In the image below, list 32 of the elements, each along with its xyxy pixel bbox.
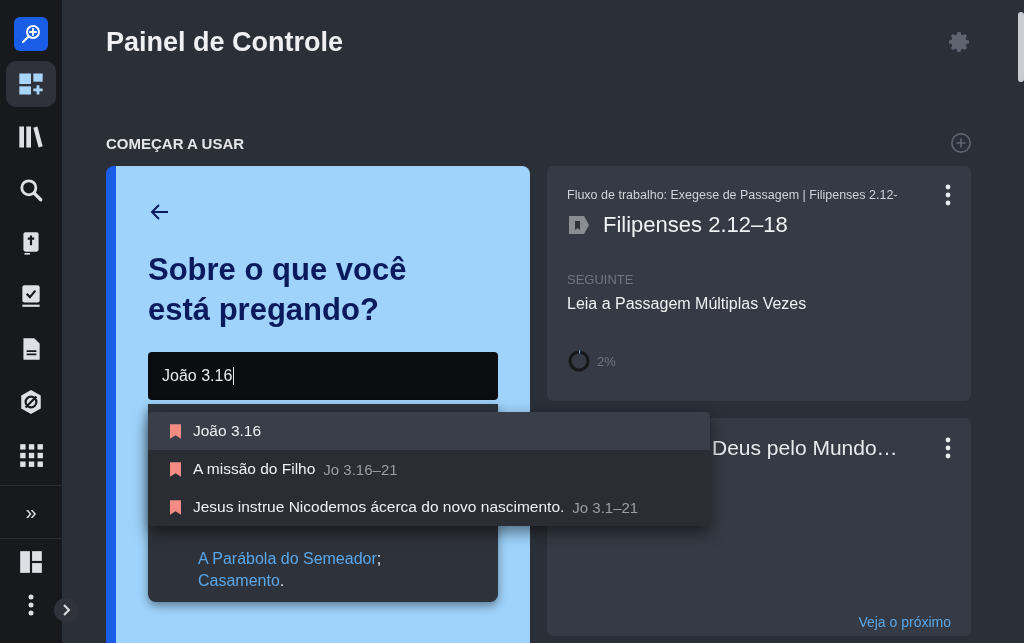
suggestion-item[interactable]: A missão do Filho Jo 3.16–21 bbox=[148, 450, 710, 488]
bookmark-icon bbox=[170, 423, 181, 439]
suggestion-item[interactable]: Jesus instrue Nicodemos ácerca do novo nascimento. Jo 3.1–21 bbox=[148, 488, 710, 526]
search-icon bbox=[18, 177, 44, 203]
bookmark-icon bbox=[170, 499, 181, 515]
sidebar-item[interactable] bbox=[6, 61, 56, 107]
scrollbar-thumb[interactable] bbox=[1018, 12, 1024, 82]
card-title: Deus pelo Mundo… bbox=[712, 436, 898, 460]
see-next-link[interactable]: Veja o próximo bbox=[858, 614, 951, 630]
more-icon[interactable] bbox=[945, 437, 951, 459]
search-plus-icon bbox=[19, 22, 43, 46]
expand-button[interactable]: » bbox=[19, 486, 43, 538]
more-icon[interactable] bbox=[945, 184, 951, 206]
workflow-label: Fluxo de trabalho: Exegese de Passagem | Filipenses 2.12- bbox=[567, 188, 898, 202]
progress-reading: 2% bbox=[597, 353, 616, 369]
section-title: COMEÇAR A USAR bbox=[106, 134, 245, 152]
suggestion-list: A Parábola do Semeador; Casamento. bbox=[198, 548, 382, 592]
topic-link[interactable]: A Parábola do Semeador bbox=[198, 550, 377, 567]
bookmark-icon bbox=[170, 461, 181, 477]
next-label: SEGUINTE bbox=[567, 272, 635, 287]
prompt-heading: Sobre o que você está pregando? bbox=[148, 251, 408, 329]
passage-icon bbox=[567, 213, 591, 237]
page-title: Painel de Controle bbox=[106, 26, 344, 58]
apps-grid-icon bbox=[18, 442, 44, 468]
suggestion-item[interactable]: João 3.16 bbox=[148, 412, 710, 450]
search-field[interactable]: João 3.16 bbox=[148, 352, 498, 400]
passage-title: Filipenses 2.12–18 bbox=[603, 212, 788, 238]
topic-link[interactable]: Casamento bbox=[198, 572, 280, 589]
hexagon-icon bbox=[18, 389, 44, 415]
app-logo[interactable] bbox=[14, 17, 48, 51]
next-step: Leia a Passagem Múltiplas Vezes bbox=[567, 295, 951, 313]
more-icon[interactable] bbox=[28, 594, 34, 616]
